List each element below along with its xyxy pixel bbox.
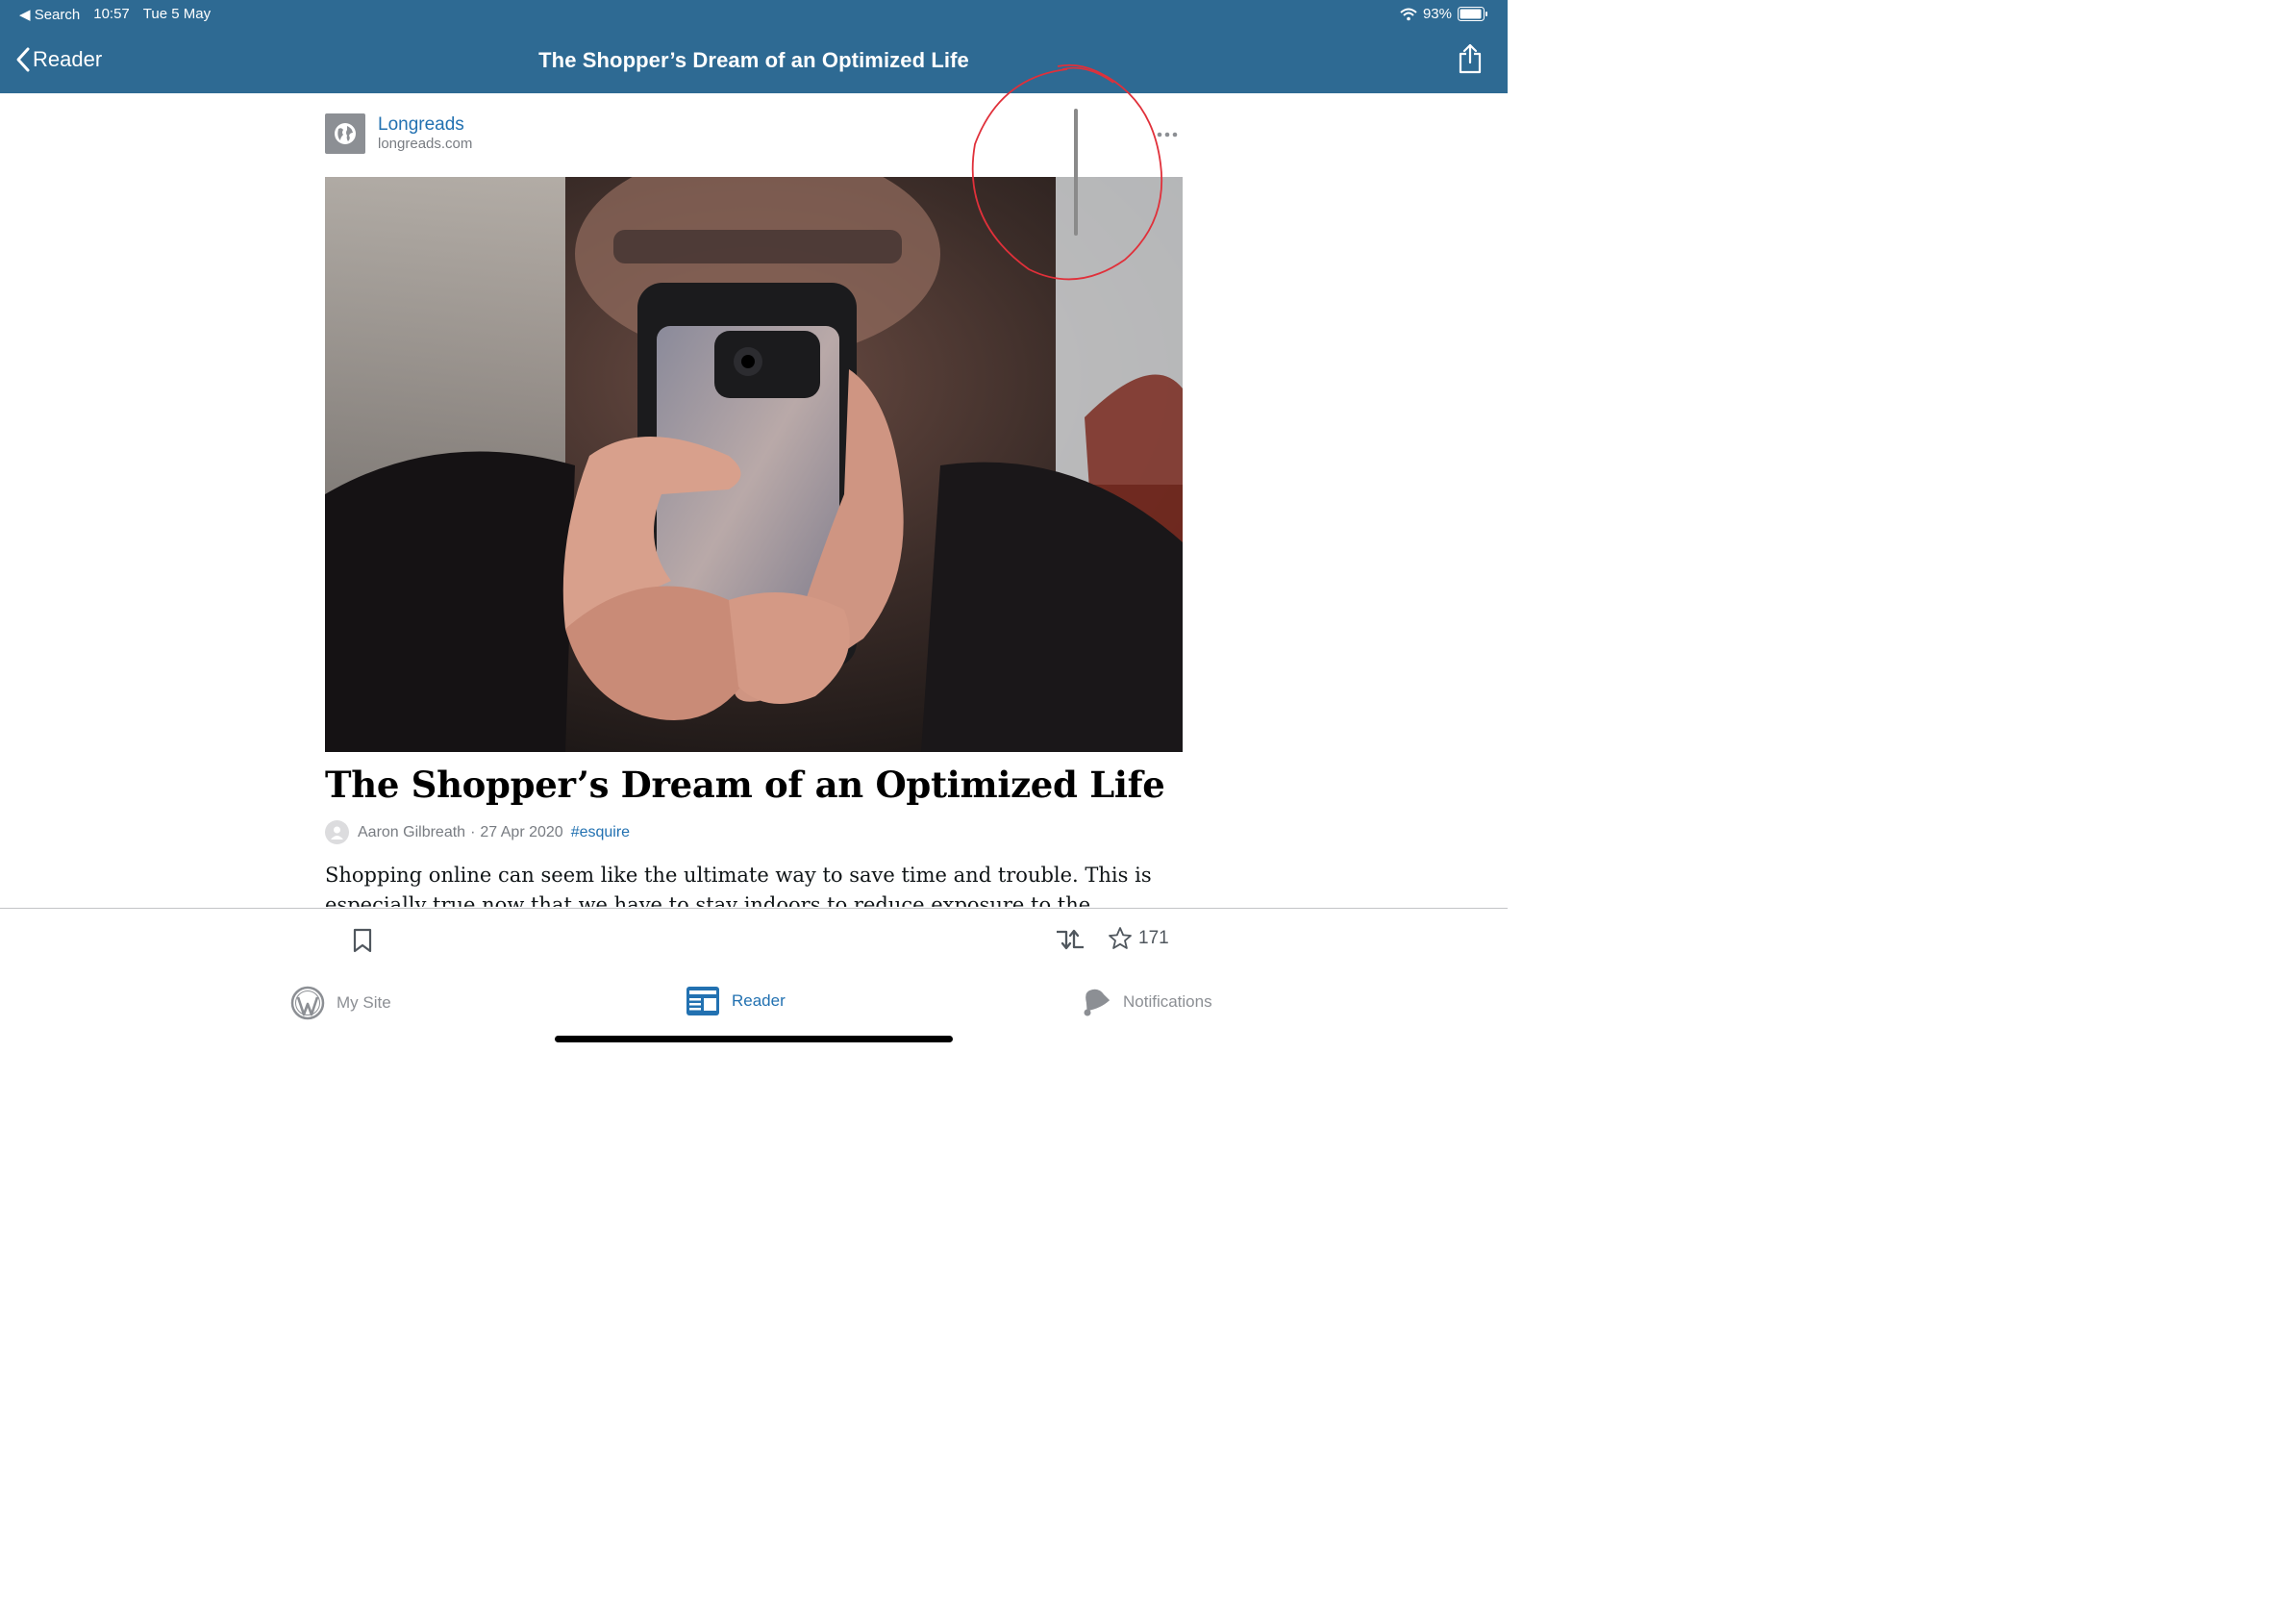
- wifi-icon: [1400, 8, 1417, 20]
- byline: Aaron Gilbreath · 27 Apr 2020 #esquire: [325, 820, 630, 844]
- status-back-app-label: Search: [34, 7, 81, 23]
- tab-notifications[interactable]: Notifications: [1077, 986, 1212, 1018]
- battery-icon: [1458, 7, 1487, 21]
- status-time: 10:57: [93, 6, 130, 22]
- status-bar-right: 93%: [1400, 6, 1488, 22]
- site-url: longreads.com: [378, 136, 473, 152]
- share-icon: [1459, 43, 1482, 74]
- post-date: 27 Apr 2020: [480, 823, 563, 840]
- tab-my-site-label: My Site: [337, 993, 391, 1012]
- tab-notifications-label: Notifications: [1123, 992, 1212, 1011]
- site-header[interactable]: Longreads longreads.com: [325, 113, 472, 154]
- wordpress-icon: [290, 986, 325, 1020]
- post-tag[interactable]: #esquire: [571, 824, 630, 841]
- tab-my-site[interactable]: My Site: [290, 986, 391, 1020]
- status-date: Tue 5 May: [142, 6, 212, 22]
- like-button[interactable]: 171: [1108, 926, 1169, 951]
- post-action-bar: 171: [0, 908, 1508, 971]
- share-button[interactable]: [1458, 43, 1483, 79]
- post-excerpt: Shopping online can seem like the ultima…: [325, 864, 1152, 907]
- bookmark-icon: [353, 928, 372, 953]
- tab-reader[interactable]: Reader: [686, 986, 786, 1016]
- like-count: 171: [1138, 928, 1169, 948]
- home-indicator: [555, 1036, 953, 1042]
- battery-percent: 93%: [1422, 6, 1452, 22]
- annotation-circle: [971, 63, 1163, 281]
- post-title[interactable]: The Shopper’s Dream of an Optimized Life: [325, 764, 1165, 806]
- save-post-button[interactable]: [352, 928, 373, 958]
- site-avatar: [325, 113, 365, 154]
- star-icon: [1109, 927, 1132, 949]
- author-name: Aaron Gilbreath: [358, 823, 466, 840]
- author-avatar: [325, 820, 349, 844]
- reader-icon: [686, 987, 719, 1015]
- nav-title: The Shopper’s Dream of an Optimized Life: [538, 48, 969, 72]
- site-name[interactable]: Longreads: [378, 114, 472, 136]
- status-bar-left: ◀ Search 10:57 Tue 5 May: [19, 6, 211, 23]
- person-icon: [331, 826, 343, 840]
- reblog-icon: [1057, 929, 1084, 950]
- bell-icon: [1084, 989, 1111, 1016]
- tab-reader-label: Reader: [732, 991, 786, 1010]
- status-back-app[interactable]: ◀ Search: [19, 6, 80, 23]
- reblog-button[interactable]: [1054, 926, 1086, 958]
- navigation-bar: ◀ Search 10:57 Tue 5 May 93% Reader The …: [0, 0, 1508, 93]
- byline-separator: ·: [470, 823, 476, 840]
- globe-icon: [335, 123, 356, 144]
